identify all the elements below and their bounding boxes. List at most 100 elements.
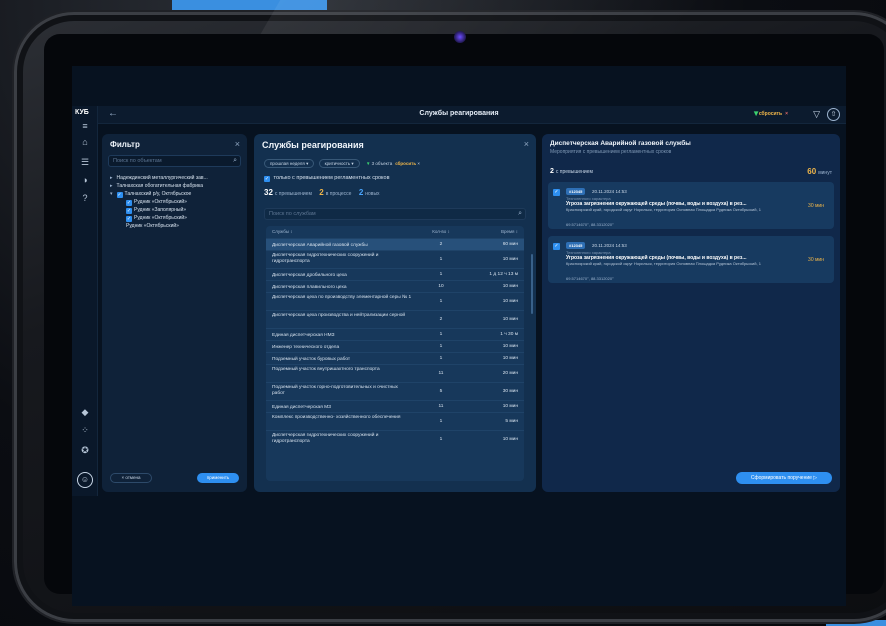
tree-item[interactable]: ▸ Надеждинский металлургический зав... — [108, 174, 242, 182]
table-row[interactable]: Подземный участок буровых работ 1 10 мин — [266, 352, 524, 364]
table-row[interactable]: Единая диспетчерская МЗ 11 10 мин — [266, 400, 524, 412]
service-name: Диспетчерская цеха производства и нейтра… — [272, 313, 406, 318]
menu-icon[interactable]: ≡ — [79, 120, 91, 132]
tree-item-label: Талнахский р/у, Октябрьское — [124, 191, 192, 197]
object-search-input[interactable]: Поиск по объектам ⌕ — [108, 155, 241, 167]
objects-note: ▼ 3 объекта сбросить × — [365, 161, 420, 166]
checkbox-icon: ✓ — [264, 176, 270, 182]
bucket-icon[interactable]: ◆ — [79, 406, 91, 418]
table-row[interactable]: Подземный участок горно-подготовительных… — [266, 382, 524, 400]
table-row[interactable]: Диспетчерская цеха производства и нейтра… — [266, 310, 524, 328]
service-search-input[interactable]: Поиск по службам ⌕ — [264, 208, 526, 220]
service-count: 5 — [439, 389, 443, 394]
user-icon[interactable]: ☺ — [77, 472, 93, 488]
home-icon[interactable]: ⌂ — [79, 136, 91, 148]
close-icon[interactable]: × — [524, 139, 529, 149]
service-name: Инженер технического отдела — [272, 344, 340, 350]
tree-item[interactable]: ✓ Рудник «Октябрьский» — [108, 214, 242, 222]
incident-address: Красноярский край, городской округ Норил… — [566, 261, 761, 266]
service-count: 1 — [439, 419, 443, 424]
service-count: 2 — [439, 242, 443, 247]
tree-item[interactable]: ✓ Рудник «Октябрьский» — [108, 198, 242, 206]
checkbox-icon[interactable]: ✓ — [553, 189, 560, 196]
table-row[interactable]: Диспетчерская гидротехнических сооружени… — [266, 250, 524, 268]
table-row[interactable]: Диспетчерская дробильного цеха 1 1 д 12 ч … — [266, 268, 524, 280]
service-time: 10 мин — [502, 284, 518, 289]
incident-address: Красноярский край, городской округ Норил… — [566, 207, 761, 212]
table-row[interactable]: Диспетчерская цеха по производству элеме… — [266, 292, 524, 310]
table-row[interactable]: Единая диспетчерская НМЗ 1 1 ч 30 м — [266, 328, 524, 340]
detail-title: Диспетчерская Аварийной газовой службы — [550, 140, 691, 147]
chip-criticality[interactable]: критичность ▾ — [318, 159, 360, 168]
form-order-button[interactable]: Сформировать поручение ▷ — [736, 472, 832, 484]
reset-link[interactable]: сбросить — [395, 161, 416, 166]
service-count: 1 — [439, 356, 443, 361]
only-overdue-checkbox[interactable]: ✓ только с превышением регламентных срок… — [264, 175, 390, 182]
service-count: 10 — [438, 284, 444, 289]
chip-period[interactable]: прошлая неделя ▾ — [264, 159, 315, 168]
reset-filters-button[interactable]: сбросить × — [759, 111, 788, 117]
help-icon[interactable]: ? — [79, 192, 91, 204]
tree-item[interactable]: Рудник «Октябрьский» — [108, 222, 242, 230]
caret-icon[interactable]: ▸ — [110, 183, 113, 189]
service-name: Единая диспетчерская МЗ — [272, 404, 332, 410]
table-row[interactable]: Инженер технического отдела 1 10 мин — [266, 340, 524, 352]
table-scrollbar[interactable] — [531, 254, 533, 314]
tree-item-label: Талнахская обогатительная фабрика — [116, 183, 204, 189]
award-icon[interactable]: ✪ — [79, 444, 91, 456]
filter-apply-button[interactable]: применить — [197, 473, 239, 483]
incident-card[interactable]: ✓ #12345 20.11.2024 14:53 Техногенного хара… — [548, 236, 834, 283]
service-name: Диспетчерская Аварийной газовой службы — [272, 242, 368, 248]
service-time: 1 ч 30 м — [500, 332, 518, 337]
table-row[interactable]: Диспетчерская Аварийной газовой службы 2 6… — [266, 238, 524, 250]
incident-tag: #12345 — [566, 242, 586, 249]
top-bar: ← Службы реагирования ▼ сбросить × ▽ ⇧ — [72, 106, 846, 124]
search-icon: ⌕ — [518, 210, 522, 217]
service-time: 10 мин — [502, 317, 518, 322]
service-count: 2 — [439, 317, 443, 322]
tree-item[interactable]: ▸ Талнахская обогатительная фабрика — [108, 182, 242, 190]
caret-icon[interactable]: ▾ — [110, 191, 113, 197]
service-time: 1 д 12 ч 13 м — [489, 272, 518, 277]
incident-date: 20.11.2024 14:53 — [592, 189, 627, 194]
table-row[interactable]: Диспетчерская гидротехнических сооружени… — [266, 430, 524, 448]
checkbox-icon[interactable]: ✓ — [553, 243, 560, 250]
detail-total: 60 минут — [807, 167, 832, 176]
col-services[interactable]: Службы ↕ — [272, 226, 293, 238]
tree-item[interactable]: ▾ ✓ Талнахский р/у, Октябрьское — [108, 190, 242, 198]
service-time: 10 мин — [502, 404, 518, 409]
service-search-placeholder: Поиск по службам — [269, 211, 316, 217]
grid-icon[interactable]: ⁘ — [79, 424, 91, 436]
service-time: 20 мин — [502, 371, 518, 376]
detail-subtitle: Мероприятия с превышением регламентных с… — [550, 149, 672, 155]
incident-card[interactable]: ✓ #12345 20.11.2024 14:53 Техногенного хара… — [548, 182, 834, 229]
service-time: 60 мин — [502, 242, 518, 247]
table-row[interactable]: Диспетчерская плавильного цеха 10 10 мин — [266, 280, 524, 292]
service-count: 1 — [439, 299, 443, 304]
col-count[interactable]: Кол-во ↕ — [421, 226, 461, 238]
service-name: Подземный участок горно-подготовительных… — [272, 385, 398, 396]
services-table: Службы ↕ Кол-во ↕ Время ↕ Диспетчерская … — [266, 226, 524, 481]
incident-coordinates: 69.5714670°, 88.3312020° — [566, 222, 614, 227]
app-screen: ← Службы реагирования ▼ сбросить × ▽ ⇧ КУ… — [72, 66, 846, 606]
service-name: Диспетчерская цеха по производству элеме… — [272, 295, 412, 300]
share-icon[interactable]: ⇧ — [827, 108, 840, 121]
col-time[interactable]: Время ↕ — [466, 226, 518, 238]
filter-cancel-button[interactable]: × отмена — [110, 473, 152, 483]
service-name: Диспетчерская плавильного цеха — [272, 284, 347, 290]
service-time: 10 мин — [502, 257, 518, 262]
service-count: 1 — [439, 437, 443, 442]
table-row[interactable]: Подземный участок внутришахтного транспо… — [266, 364, 524, 382]
filter-chips: прошлая неделя ▾ критичность ▾ ▼ 3 объек… — [264, 159, 420, 169]
incident-date: 20.11.2024 14:53 — [592, 243, 627, 248]
caret-icon[interactable]: ▸ — [110, 175, 113, 181]
close-icon[interactable]: × — [235, 139, 240, 149]
tree-item-label: Рудник «Заполярный» — [134, 207, 187, 213]
table-row[interactable]: Комплекс производственно- хозяйственного… — [266, 412, 524, 430]
services-title: Службы реагирования — [262, 140, 364, 150]
list-icon[interactable]: ☰ — [79, 156, 91, 168]
service-time: 5 мин — [505, 419, 518, 424]
chart-icon[interactable]: ◑ — [79, 174, 91, 186]
filter-icon[interactable]: ▽ — [813, 109, 820, 120]
tree-item[interactable]: ✓ Рудник «Заполярный» — [108, 206, 242, 214]
